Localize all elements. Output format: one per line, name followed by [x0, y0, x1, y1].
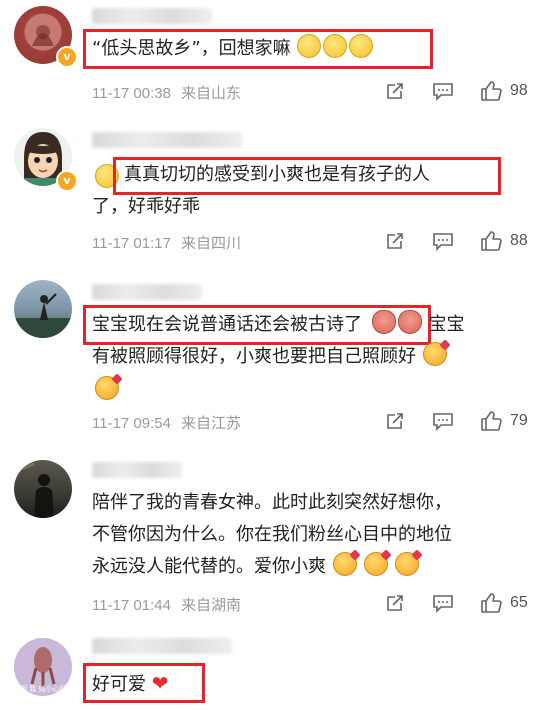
comment-text: 真真切切的感受到小爽也是有孩子的人: [124, 164, 430, 185]
username-blurred[interactable]: [92, 8, 212, 24]
username-blurred[interactable]: [92, 462, 182, 478]
avatar[interactable]: 啊 我 她小心肝: [14, 638, 72, 696]
repost-icon[interactable]: [382, 409, 408, 433]
comment-meta: 11-17 01:17 来自四川: [92, 235, 241, 252]
comment-text: 有被照顾得很好，小爽也要把自己照顾好: [92, 340, 448, 374]
kiss-face-emoji-icon: [394, 552, 419, 576]
like-icon[interactable]: [478, 409, 504, 433]
username-blurred[interactable]: [92, 284, 202, 300]
comment-icon[interactable]: [430, 79, 456, 103]
comment-text: 宝宝现在会说普通话还会被古诗了 宝宝: [92, 308, 464, 342]
heart-emoji-icon: ❤: [151, 671, 169, 695]
comment-text: 陪伴了我的青春女神。此时此刻突然好想你，: [92, 492, 452, 513]
kiss-face-emoji-icon: [95, 376, 119, 400]
comment-text: 永远没人能代替的。爱你小爽: [92, 550, 420, 584]
like-count: 65: [510, 594, 528, 611]
kiss-face-emoji-icon: [422, 342, 447, 366]
like-count: 79: [510, 412, 528, 429]
comment-actions: 65: [382, 591, 534, 615]
comment-meta: 11-17 01:44 来自湖南: [92, 597, 241, 614]
avatar-caption: 啊 我 她小心肝: [20, 685, 67, 693]
avatar[interactable]: [14, 280, 72, 338]
crab-emoji-icon: [397, 310, 422, 334]
verified-badge-icon: v: [56, 170, 78, 192]
repost-icon[interactable]: [382, 591, 408, 615]
crab-emoji-icon: [371, 310, 396, 334]
comment-icon[interactable]: [430, 591, 456, 615]
username-blurred[interactable]: [92, 132, 242, 148]
comment-icon[interactable]: [430, 229, 456, 253]
like-count: 98: [510, 82, 528, 99]
like-count: 88: [510, 232, 528, 249]
comment-meta: 11-17 09:54 来自江苏: [92, 415, 241, 432]
comment-text: 了，好乖好乖: [92, 196, 200, 217]
comment-meta: 11-17 00:38 来自山东: [92, 85, 241, 102]
comment-icon[interactable]: [430, 409, 456, 433]
comment-text: “低头思故乡”，回想家嘛: [92, 32, 374, 66]
comment-actions: 88: [382, 229, 534, 253]
sad-face-emoji-icon: [349, 34, 374, 58]
kiss-face-emoji-icon: [332, 552, 357, 576]
like-icon[interactable]: [478, 229, 504, 253]
avatar[interactable]: [14, 460, 72, 518]
like-icon[interactable]: [478, 591, 504, 615]
sad-face-emoji-icon: [323, 34, 348, 58]
sad-face-emoji-icon: [297, 34, 322, 58]
verified-badge-icon: v: [56, 46, 78, 68]
username-blurred[interactable]: [92, 638, 232, 654]
comment-actions: 79: [382, 409, 534, 433]
repost-icon[interactable]: [382, 79, 408, 103]
comment-text: 不管你因为什么。你在我们粉丝心目中的地位: [92, 524, 452, 545]
comment-actions: 98: [382, 79, 534, 103]
comment-text: 好可爱 ❤: [92, 671, 169, 695]
kiss-face-emoji-icon: [363, 552, 388, 576]
like-icon[interactable]: [478, 79, 504, 103]
repost-icon[interactable]: [382, 229, 408, 253]
